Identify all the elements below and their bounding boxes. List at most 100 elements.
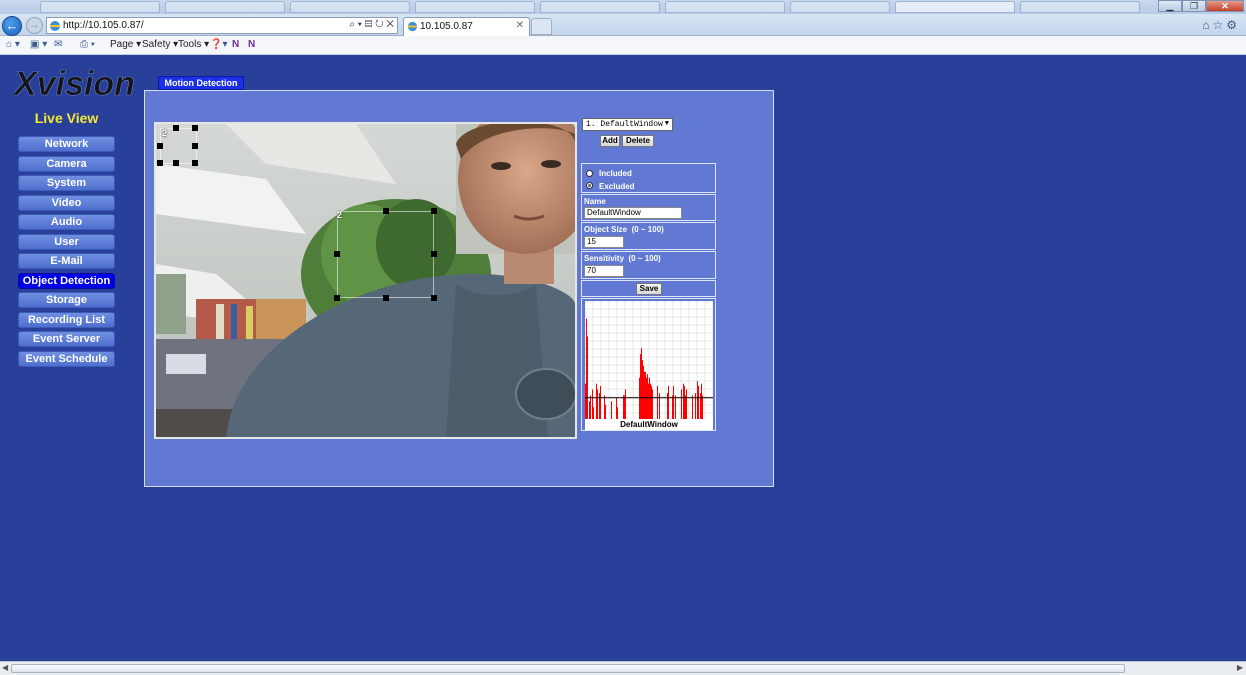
tools-menu[interactable]: Tools ▾ [178, 39, 209, 50]
delete-window-button[interactable]: Delete [622, 135, 654, 147]
activity-bar [617, 407, 618, 419]
live-view-link[interactable]: Live View [18, 110, 115, 126]
resize-handle[interactable] [157, 143, 163, 149]
included-radio[interactable] [586, 170, 593, 177]
activity-bar [641, 348, 642, 419]
background-tab[interactable] [290, 1, 410, 13]
mail-icon[interactable]: ✉ [54, 39, 62, 50]
resize-handle[interactable] [431, 208, 437, 214]
sensitivity-label: Sensitivity (0 ~ 100) [584, 254, 661, 263]
onenote-icon[interactable]: N [232, 39, 239, 50]
resize-handle[interactable] [431, 295, 437, 301]
background-tab[interactable] [665, 1, 785, 13]
activity-bar [698, 385, 699, 419]
page-menu[interactable]: Page ▾ [110, 39, 141, 50]
name-input[interactable]: DefaultWindow [584, 207, 682, 219]
command-bar: ⌂ ▾ ▣ ▾ ✉ ⎙ ▾ Page ▾ Safety ▾ Tools ▾ ❓▾… [0, 36, 1246, 55]
region-number: 2 [162, 128, 168, 138]
restore-button[interactable]: ❐ [1182, 0, 1206, 12]
menu-item-object-detection[interactable]: Object Detection [18, 272, 115, 289]
resize-handle[interactable] [173, 160, 179, 166]
active-browser-tab[interactable]: 10.105.0.87 ✕ [403, 17, 530, 36]
background-tab[interactable] [790, 1, 890, 13]
activity-bar [675, 395, 676, 419]
scroll-right-icon[interactable]: ▶ [1237, 663, 1243, 672]
horizontal-scrollbar[interactable]: ◀ ▶ [0, 661, 1246, 675]
activity-bar [649, 377, 650, 419]
resize-handle[interactable] [383, 295, 389, 301]
menu-item-event-schedule[interactable]: Event Schedule [18, 350, 115, 367]
back-button[interactable]: ← [2, 16, 22, 36]
background-tab[interactable] [1020, 1, 1140, 13]
print-icon[interactable]: ⎙ ▾ [80, 39, 95, 50]
activity-bar [651, 385, 652, 419]
live-video-feed[interactable]: 2 2 [154, 122, 577, 439]
browser-toolbar-icons: ⌂☆⚙ [1202, 18, 1240, 32]
menu-item-recording-list[interactable]: Recording List [18, 311, 115, 328]
ie-favicon-icon [407, 21, 418, 32]
address-bar-icons[interactable]: ⌕ ▾ ▤ ↻ ✕ [349, 19, 394, 30]
menu-item-storage[interactable]: Storage [18, 292, 115, 308]
menu-item-audio[interactable]: Audio [18, 214, 115, 230]
menu-item-network[interactable]: Network [18, 136, 115, 152]
resize-handle[interactable] [192, 143, 198, 149]
background-tab[interactable] [40, 1, 160, 13]
home-icon[interactable]: ⌂ ▾ [6, 39, 20, 50]
menu-item-email[interactable]: E-Mail [18, 253, 115, 269]
region-number: 2 [337, 210, 343, 220]
scrollbar-thumb[interactable] [11, 664, 1125, 673]
resize-handle[interactable] [431, 251, 437, 257]
scroll-left-icon[interactable]: ◀ [2, 663, 8, 672]
resize-handle[interactable] [383, 208, 389, 214]
resize-handle[interactable] [334, 251, 340, 257]
object-size-input[interactable]: 15 [584, 236, 624, 248]
new-tab-button[interactable] [531, 18, 552, 35]
background-tab[interactable] [895, 1, 1015, 13]
activity-bar [600, 385, 601, 419]
activity-bar [625, 389, 626, 419]
background-tab[interactable] [415, 1, 535, 13]
menu-item-event-server[interactable]: Event Server [18, 331, 115, 347]
home-icon[interactable]: ⌂ [1202, 18, 1212, 32]
menu-item-system[interactable]: System [18, 175, 115, 191]
xvision-logo: Xvision [14, 65, 134, 103]
close-window-button[interactable]: ✕ [1206, 0, 1244, 12]
background-tab[interactable] [540, 1, 660, 13]
background-tab[interactable] [165, 1, 285, 13]
resize-handle[interactable] [173, 125, 179, 131]
resize-handle[interactable] [157, 160, 163, 166]
menu-item-user[interactable]: User [18, 233, 115, 250]
resize-handle[interactable] [192, 125, 198, 131]
tab-title: 10.105.0.87 [420, 21, 473, 32]
activity-bar [639, 377, 640, 419]
gear-icon[interactable]: ⚙ [1226, 18, 1240, 32]
help-icon[interactable]: ❓▾ [210, 39, 227, 50]
save-button[interactable]: Save [636, 283, 662, 295]
close-tab-icon[interactable]: ✕ [516, 20, 524, 31]
activity-bar [684, 385, 685, 419]
favorites-star-icon[interactable]: ☆ [1212, 18, 1226, 32]
feeds-icon[interactable]: ▣ ▾ [30, 39, 47, 50]
detection-window-select[interactable]: 1. DefaultWindow ▼ [582, 118, 673, 131]
forward-button[interactable]: → [26, 17, 43, 34]
tab-motion-detection[interactable]: Motion Detection [158, 76, 244, 90]
menu-item-camera[interactable]: Camera [18, 155, 115, 172]
motion-graph-box: DefaultWindow [581, 298, 716, 431]
excluded-radio[interactable] [586, 182, 593, 189]
minimize-button[interactable]: ▁ [1158, 0, 1182, 12]
object-size-label-text: Object Size [584, 225, 628, 234]
sensitivity-label-text: Sensitivity [584, 254, 625, 263]
detection-region[interactable]: 2 [337, 210, 434, 298]
address-bar[interactable]: http://10.105.0.87/ ⌕ ▾ ▤ ↻ ✕ [46, 17, 398, 34]
motion-activity-graph [585, 301, 713, 419]
safety-menu[interactable]: Safety ▾ [142, 39, 178, 50]
onenote-icon[interactable]: N [248, 39, 255, 50]
resize-handle[interactable] [334, 295, 340, 301]
activity-bar [616, 397, 617, 419]
add-window-button[interactable]: Add [600, 135, 620, 147]
resize-handle[interactable] [192, 160, 198, 166]
activity-bar [668, 385, 669, 419]
sensitivity-input[interactable]: 70 [584, 265, 624, 277]
menu-item-video[interactable]: Video [18, 194, 115, 211]
activity-bar [686, 389, 687, 419]
